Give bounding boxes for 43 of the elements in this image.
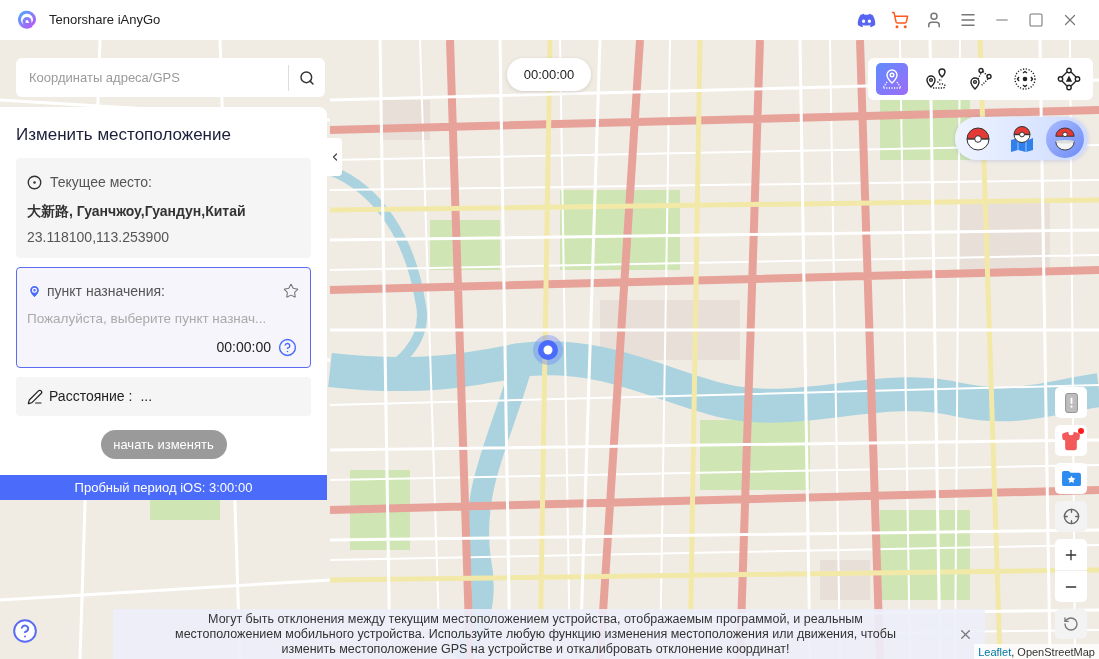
open-pokeball-icon[interactable] — [1054, 125, 1076, 152]
destination-label: пункт назначения: — [47, 281, 165, 301]
current-coordinates: 23.118100,113.253900 — [27, 228, 170, 247]
locate-icon — [1062, 508, 1080, 525]
trial-banner: Пробный период iOS: 3:00:00 — [0, 475, 327, 500]
search-field[interactable]: Координаты адреса/GPS — [16, 58, 287, 97]
pen-icon — [27, 388, 43, 405]
destination-field[interactable]: Пожалуйста, выберите пункт назнач... — [27, 309, 300, 329]
search-icon[interactable] — [298, 69, 315, 86]
game-mode-button[interactable] — [1046, 119, 1084, 158]
timer: 00:00:00 — [507, 58, 591, 91]
current-location-label: Текущее место: — [50, 172, 152, 192]
distance-label: Расстояние : — [49, 387, 133, 406]
destination-card[interactable]: пункт назначения: Пожалуйста, выберите пункт назнач... 00:00:00 — [16, 267, 311, 368]
rotate-icon[interactable] — [1063, 616, 1079, 632]
phone-icon — [1064, 392, 1078, 413]
window-title: Tenorshare iAnyGo — [49, 11, 161, 30]
tool-button[interactable] — [1055, 387, 1087, 418]
star-icon[interactable] — [283, 283, 299, 299]
collapse-button[interactable] — [327, 138, 342, 176]
panel-title: Изменить местоположение — [16, 124, 232, 146]
ball-on-map-icon[interactable] — [1009, 125, 1034, 152]
notice-text: Могут быть отклонения между текущим местоположением устройства, отображаемым программой, и реальным местоположением мобильного устройства. Используйте любую функцию изменения местоположения или движения, чтобы изменить местоположение GPS на устройстве и откалибровать отклонение координат! — [174, 611, 897, 657]
distance-value: ... — [140, 387, 153, 406]
shirt-icon — [1061, 430, 1081, 451]
cart-icon[interactable] — [891, 11, 909, 29]
location-marker-icon[interactable] — [533, 335, 563, 365]
user-icon[interactable] — [925, 11, 943, 29]
pin-icon — [27, 283, 42, 299]
folder-star-icon — [1060, 470, 1082, 487]
menu-icon[interactable] — [959, 11, 977, 29]
tool-button[interactable] — [1055, 501, 1087, 532]
help-icon[interactable] — [278, 337, 297, 357]
tool-button[interactable] — [1055, 425, 1087, 456]
pokeball-icon[interactable] — [966, 126, 990, 151]
target-icon — [27, 174, 42, 190]
search-button[interactable] — [287, 58, 325, 97]
travel-time: 00:00:00 — [216, 337, 271, 357]
current-address: 大新路, Гуанчжоу,Гуандун,Китай — [27, 202, 247, 221]
attribution-text: , OpenStreetMap — [1011, 644, 1095, 659]
tool-button[interactable] — [1055, 463, 1087, 494]
reset-button[interactable] — [1055, 609, 1087, 639]
app-logo-icon — [17, 10, 37, 30]
